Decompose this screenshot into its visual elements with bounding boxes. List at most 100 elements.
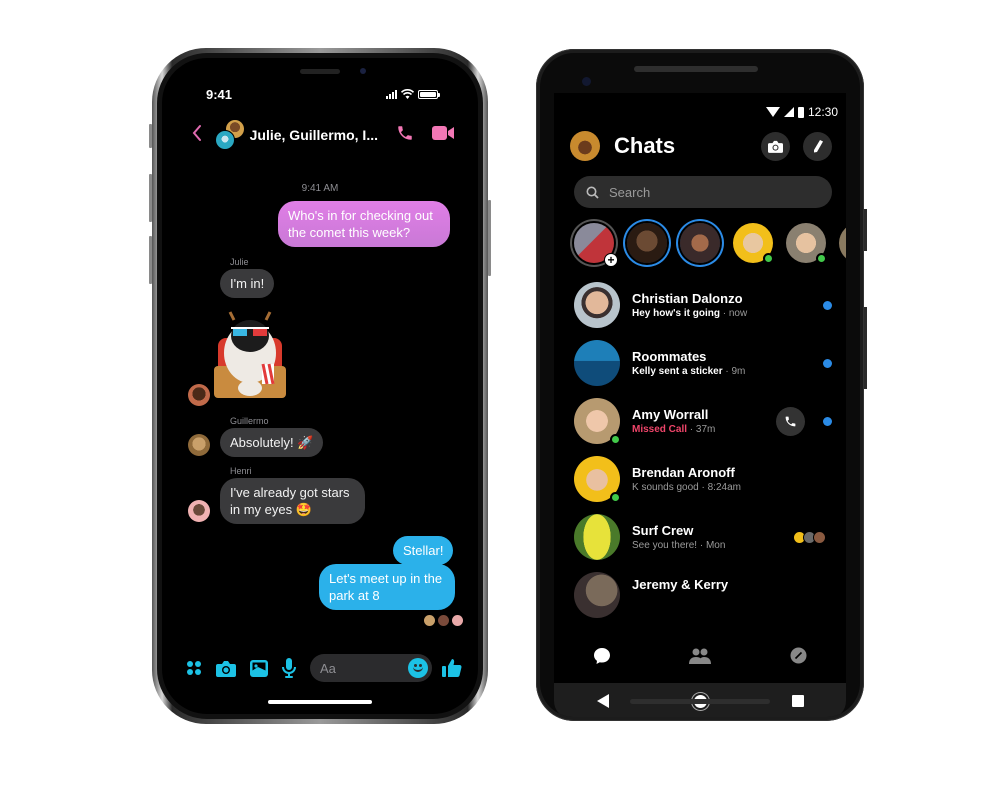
group-avatar[interactable] <box>215 120 244 150</box>
conversation-time: 37m <box>695 423 716 435</box>
microphone-icon <box>282 658 296 678</box>
mute-switch <box>149 124 152 148</box>
unread-dot <box>823 300 832 310</box>
conversation-item[interactable]: Brendan Aronoff K sounds good · 8:24am <box>574 454 832 504</box>
unread-dot <box>823 416 832 426</box>
chevron-left-icon <box>192 125 201 141</box>
avatar <box>574 282 620 328</box>
people-icon <box>689 648 712 664</box>
voice-message-button[interactable] <box>282 658 296 678</box>
guillermo-avatar[interactable] <box>188 434 210 456</box>
status-time: 9:41 <box>206 86 233 102</box>
active-contact[interactable] <box>733 223 774 264</box>
active-contact[interactable] <box>839 223 846 263</box>
voice-call-button[interactable] <box>396 124 414 147</box>
back-nav-button[interactable] <box>596 694 609 708</box>
call-back-button[interactable] <box>776 406 805 436</box>
conversation-item[interactable]: Surf Crew See you there! · Mon <box>574 512 832 562</box>
conversation-preview: K sounds good <box>632 481 699 493</box>
chat-header: Julie, Guillermo, I... <box>192 120 454 150</box>
message-bubble-outgoing[interactable]: Let's meet up in the park at 8 <box>319 564 455 610</box>
phone-icon <box>785 416 796 426</box>
sender-name: Henri <box>230 466 252 476</box>
wifi-icon <box>401 89 414 99</box>
top-speaker <box>634 66 758 72</box>
online-indicator <box>610 492 621 503</box>
conversation-time: Mon <box>705 539 726 551</box>
power-button <box>488 200 491 276</box>
profile-avatar[interactable] <box>570 131 600 161</box>
sender-name: Julie <box>230 257 249 267</box>
page-title: Chats <box>614 133 676 158</box>
message-bubble-incoming[interactable]: I've already got stars in my eyes 🤩 <box>220 478 365 524</box>
bottom-speaker <box>630 699 770 704</box>
online-indicator <box>610 434 621 445</box>
chat-bubble-icon <box>594 647 611 664</box>
conversation-name: Roommates <box>632 348 707 364</box>
conversation-item[interactable]: Roommates Kelly sent a sticker · 9m <box>574 338 832 388</box>
like-button[interactable] <box>442 658 462 678</box>
gallery-button[interactable] <box>250 659 268 677</box>
ios-status-bar: 9:41 <box>206 86 440 102</box>
camera-icon <box>216 660 236 677</box>
henri-avatar[interactable] <box>188 500 210 522</box>
video-camera-icon <box>432 125 454 140</box>
power-button <box>864 209 867 251</box>
cellular-signal-icon <box>783 107 794 117</box>
sender-name: Guillermo <box>230 416 269 426</box>
tab-chats[interactable] <box>593 647 611 670</box>
phone-icon <box>398 125 412 140</box>
your-story[interactable]: + <box>574 223 618 267</box>
back-button[interactable] <box>192 123 215 147</box>
conversation-time: 9m <box>731 365 746 377</box>
sticker-yeti-popcorn[interactable] <box>210 308 290 403</box>
chat-title[interactable]: Julie, Guillermo, I... <box>250 127 378 143</box>
volume-down-button <box>149 236 152 284</box>
compose-button[interactable] <box>803 131 832 161</box>
video-call-button[interactable] <box>432 125 454 146</box>
conversation-name: Christian Dalonzo <box>632 290 743 306</box>
missed-call-label: Missed Call <box>632 423 688 435</box>
avatar <box>574 572 620 618</box>
more-apps-button[interactable] <box>186 660 202 676</box>
android-status-bar: 12:30 <box>765 105 838 119</box>
message-input[interactable]: Aa <box>310 654 432 682</box>
tab-people[interactable] <box>689 648 712 669</box>
conversation-name: Brendan Aronoff <box>632 464 735 480</box>
home-indicator[interactable] <box>268 700 372 704</box>
message-bubble-outgoing[interactable]: Who's in for checking out the comet this… <box>278 201 450 247</box>
camera-button[interactable] <box>216 660 236 677</box>
emoji-icon[interactable] <box>408 658 428 678</box>
message-composer: Aa <box>186 654 462 682</box>
recents-nav-button[interactable] <box>791 695 804 707</box>
julie-avatar[interactable] <box>188 384 210 406</box>
message-bubble-incoming[interactable]: Absolutely! 🚀 <box>220 428 324 457</box>
search-icon <box>586 186 599 199</box>
gallery-icon <box>250 659 268 677</box>
message-bubble-incoming[interactable]: I'm in! <box>220 269 275 298</box>
tab-discover[interactable] <box>790 647 807 669</box>
separator: · <box>687 423 696 435</box>
conversation-time: now <box>728 307 748 319</box>
unread-dot <box>823 358 832 368</box>
story-item[interactable] <box>680 223 720 263</box>
seen-by-avatars <box>793 530 826 544</box>
pencil-icon <box>813 140 823 153</box>
conversation-item[interactable]: Christian Dalonzo Hey how's it going · n… <box>574 280 832 330</box>
conversation-name: Surf Crew <box>632 522 694 538</box>
avatar <box>574 398 621 445</box>
active-contact[interactable] <box>786 223 827 264</box>
battery-icon <box>797 106 804 118</box>
iphone-screen: 9:41 Julie, Guillermo, I... 9:41 AM Who'… <box>162 58 478 714</box>
conversation-item[interactable]: Jeremy & Kerry <box>574 570 832 620</box>
conversation-item[interactable]: Amy Worrall Missed Call · 37m <box>574 396 832 446</box>
story-item[interactable] <box>627 223 667 263</box>
android-device: 12:30 Chats Search + Christian Dalonzo H… <box>536 49 867 721</box>
separator: · <box>697 539 706 551</box>
separator: · <box>719 307 729 319</box>
camera-button[interactable] <box>761 131 790 161</box>
search-input[interactable]: Search <box>574 176 832 208</box>
message-bubble-outgoing[interactable]: Stellar! <box>393 536 454 565</box>
conversation-preview: Kelly sent a sticker <box>632 365 723 377</box>
add-story-icon: + <box>604 253 618 267</box>
